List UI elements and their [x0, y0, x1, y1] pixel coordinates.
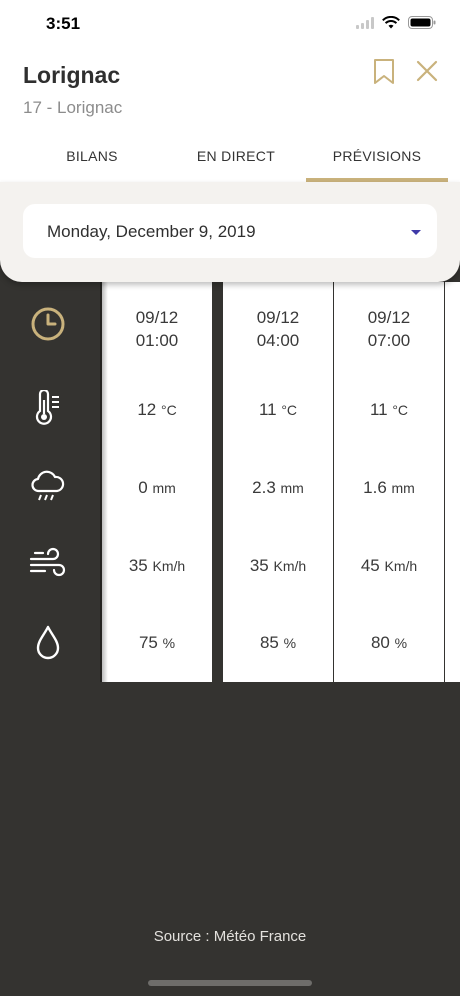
status-time: 3:51 — [46, 14, 81, 33]
forecast-time: 04:00 — [256, 331, 300, 350]
caret-down-icon — [411, 230, 421, 235]
rain-unit: mm — [391, 480, 415, 496]
humidity-value: 80 — [370, 633, 390, 652]
forecast-rain: 2.3 mm — [223, 478, 333, 498]
date-panel: Monday, December 9, 2019 — [0, 182, 460, 282]
forecast-rain: 1.6 mm — [334, 478, 444, 498]
forecast-column: 09/12 01:00 12 °C 0 mm 35 Km/h 75 % — [102, 282, 212, 682]
forecast-wind: 35 Km/h — [223, 556, 333, 576]
close-button[interactable] — [414, 58, 440, 84]
tab-bilans[interactable]: BILANS — [34, 148, 150, 182]
forecast-datetime: 09/12 04:00 — [223, 306, 333, 352]
status-icons — [356, 15, 436, 34]
water-drop-icon — [28, 622, 68, 662]
rain-value: 2.3 — [252, 478, 276, 497]
forecast-column: 09/12 04:00 11 °C 2.3 mm 35 Km/h 85 % — [223, 282, 333, 682]
forecast-wind: 35 Km/h — [102, 556, 212, 576]
page-subtitle: 17 - Lorignac — [23, 98, 123, 117]
forecast-date: 09/12 — [367, 308, 411, 327]
humidity-unit: % — [394, 635, 408, 651]
bookmark-button[interactable] — [372, 58, 396, 86]
rain-unit: mm — [280, 480, 304, 496]
tab-en-direct[interactable]: EN DIRECT — [168, 148, 304, 182]
page-title: Lorignac — [23, 62, 121, 88]
forecast-temperature: 11 °C — [334, 400, 444, 420]
home-indicator[interactable] — [148, 980, 312, 986]
temperature-value: 11 — [369, 400, 388, 419]
humidity-value: 75 — [138, 633, 158, 652]
temperature-value: 11 — [258, 400, 277, 419]
forecast-temperature: 11 °C — [223, 400, 333, 420]
temperature-unit: °C — [392, 402, 409, 418]
rain-value: 1.6 — [363, 478, 387, 497]
temperature-unit: °C — [281, 402, 298, 418]
forecast-wind: 45 Km/h — [334, 556, 444, 576]
forecast-column: 09/12 07:00 11 °C 1.6 mm 45 Km/h 80 % — [334, 282, 444, 682]
forecast-grid[interactable]: 09/12 01:00 12 °C 0 mm 35 Km/h 75 % 09/1… — [100, 282, 460, 682]
humidity-unit: % — [162, 635, 176, 651]
rain-cloud-icon — [28, 466, 68, 506]
status-bar: 3:51 — [0, 0, 460, 46]
temperature-unit: °C — [160, 402, 177, 418]
wind-unit: Km/h — [273, 558, 307, 574]
forecast-time: 01:00 — [135, 331, 179, 350]
forecast-date: 09/12 — [256, 308, 300, 327]
header: Lorignac 17 - Lorignac BILANS EN DIRECT … — [0, 46, 460, 182]
tab-bar: BILANS EN DIRECT PRÉVISIONS — [0, 142, 460, 182]
grid-shadow — [100, 282, 108, 682]
date-dropdown-value: Monday, December 9, 2019 — [47, 222, 256, 241]
forecast-humidity: 85 % — [223, 633, 333, 653]
wind-value: 45 — [360, 556, 380, 575]
battery-icon — [408, 16, 436, 34]
forecast-datetime: 09/12 07:00 — [334, 306, 444, 352]
wifi-icon — [382, 15, 400, 34]
humidity-value: 85 — [259, 633, 279, 652]
rain-value: 0 — [138, 478, 148, 497]
wind-value: 35 — [128, 556, 148, 575]
temperature-value: 12 — [137, 400, 157, 419]
source-credit: Source : Météo France — [153, 928, 307, 945]
forecast-column-partial — [445, 282, 460, 682]
humidity-unit: % — [283, 635, 297, 651]
forecast-humidity: 75 % — [102, 633, 212, 653]
forecast-date: 09/12 — [135, 308, 179, 327]
forecast-temperature: 12 °C — [102, 400, 212, 420]
wind-unit: Km/h — [152, 558, 186, 574]
bookmark-icon — [374, 59, 394, 84]
forecast-rain: 0 mm — [102, 478, 212, 498]
forecast-time: 07:00 — [367, 331, 411, 350]
close-icon — [416, 60, 438, 82]
clock-icon — [28, 304, 68, 344]
thermometer-icon — [28, 388, 68, 428]
wind-unit: Km/h — [384, 558, 418, 574]
date-dropdown[interactable]: Monday, December 9, 2019 — [23, 204, 437, 258]
wind-icon — [28, 544, 68, 584]
wind-value: 35 — [249, 556, 269, 575]
tab-previsions[interactable]: PRÉVISIONS — [306, 148, 448, 182]
forecast-humidity: 80 % — [334, 633, 444, 653]
signal-icon — [356, 16, 374, 34]
rain-unit: mm — [152, 480, 176, 496]
forecast-datetime: 09/12 01:00 — [102, 306, 212, 352]
